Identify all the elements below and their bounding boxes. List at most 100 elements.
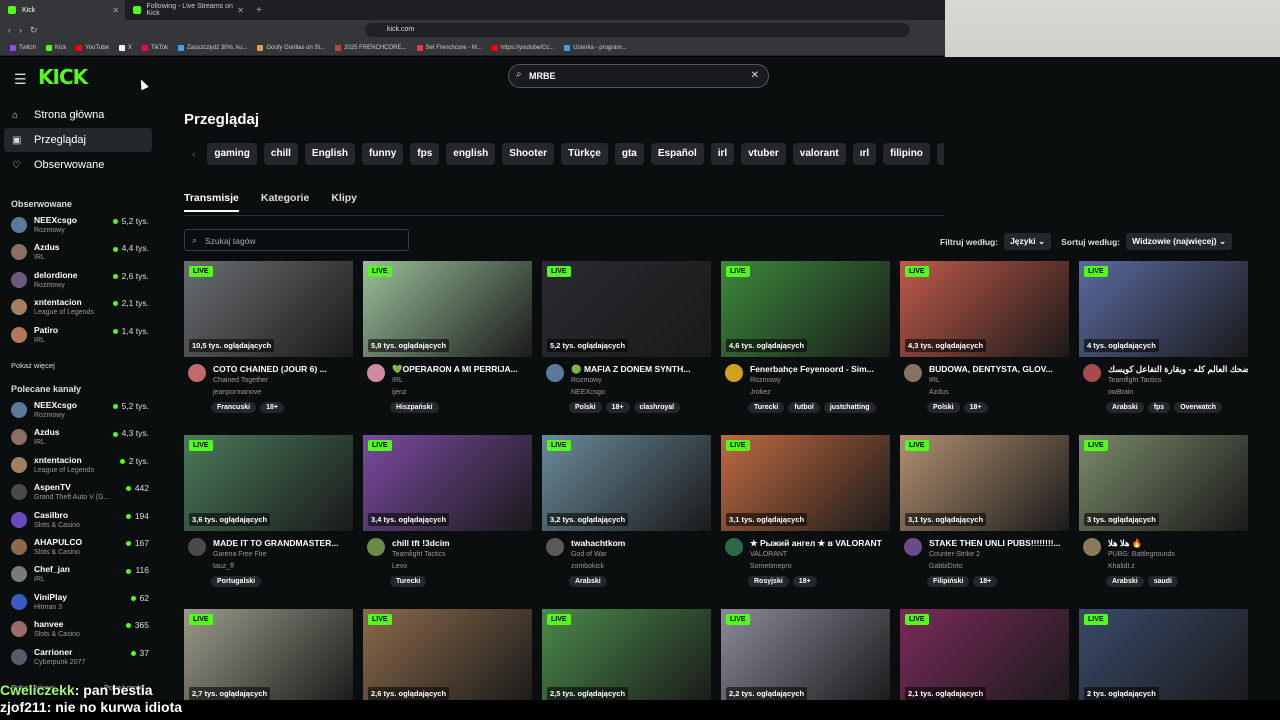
show-more-followed[interactable]: Pokaż więcej bbox=[11, 361, 55, 370]
stream-thumbnail[interactable]: LIVE 2,6 tys. oglądających bbox=[363, 609, 532, 705]
category-chip[interactable]: gaming bbox=[207, 143, 257, 165]
avatar[interactable] bbox=[1083, 538, 1101, 556]
avatar[interactable] bbox=[1083, 364, 1101, 382]
stream-tag[interactable]: Turecki bbox=[390, 576, 427, 587]
stream-username[interactable]: Azdus bbox=[929, 389, 948, 396]
back-icon[interactable]: ‹ bbox=[8, 25, 11, 35]
stream-username[interactable]: owBrain bbox=[1108, 389, 1133, 396]
stream-tag[interactable]: 18+ bbox=[260, 402, 284, 413]
stream-tag[interactable]: Polski bbox=[927, 402, 960, 413]
avatar[interactable] bbox=[546, 538, 564, 556]
avatar[interactable] bbox=[725, 364, 743, 382]
avatar[interactable] bbox=[725, 538, 743, 556]
category-chip[interactable]: funny bbox=[362, 143, 404, 165]
bookmark[interactable]: Twitch bbox=[10, 44, 36, 51]
stream-tag[interactable]: Portugalski bbox=[211, 576, 262, 587]
stream-thumbnail[interactable]: LIVE 3,1 tys. oglądających bbox=[900, 435, 1069, 531]
stream-tag[interactable]: Rosyjski bbox=[748, 576, 789, 587]
stream-tag[interactable]: 18+ bbox=[792, 576, 817, 587]
language-filter-dropdown[interactable]: Języki ⌄ bbox=[1004, 233, 1052, 250]
stream-card[interactable]: LIVE 4 tys. oglądających ضحك العالم كله - … bbox=[1079, 261, 1248, 432]
avatar[interactable] bbox=[367, 364, 385, 382]
avatar[interactable] bbox=[546, 364, 564, 382]
stream-card[interactable]: LIVE 3,6 tys. oglądających MADE IT TO GRAN… bbox=[184, 435, 353, 606]
stream-card[interactable]: LIVE 5,8 tys. oglądających 💚OPERARON A MI … bbox=[363, 261, 532, 432]
stream-tag[interactable]: 18+ bbox=[605, 402, 630, 413]
stream-username[interactable]: NEEXcsgo bbox=[571, 389, 605, 396]
stream-card[interactable]: LIVE 10,5 tys. oglądających COTO CHAINED (… bbox=[184, 261, 353, 432]
stream-tag[interactable]: futbol bbox=[788, 402, 820, 413]
sidebar-channel[interactable]: NEEXcsgo Rozmowy 5,2 tys. bbox=[11, 213, 151, 240]
sidebar-channel[interactable]: delordione Rozmowy 2,6 tys. bbox=[11, 268, 151, 295]
stream-thumbnail[interactable]: LIVE 2,1 tys. oglądających bbox=[900, 609, 1069, 705]
stream-title[interactable]: 🟢 MAFIA Z DONEM SYNTH... bbox=[571, 364, 711, 375]
category-chip[interactable]: chill bbox=[263, 143, 298, 165]
stream-card[interactable]: LIVE 3,2 tys. oglądających twahachtkom God … bbox=[542, 435, 711, 606]
stream-category[interactable]: Teamfight Tactics bbox=[1108, 377, 1162, 384]
sidebar-channel[interactable]: xntentacion League of Legends 2 tys. bbox=[11, 453, 151, 480]
bookmark[interactable]: Goofy Gorillas on St... bbox=[257, 44, 325, 51]
stream-tag[interactable]: 18+ bbox=[973, 576, 998, 587]
stream-thumbnail[interactable]: LIVE 5,2 tys. oglądających bbox=[542, 261, 711, 357]
stream-thumbnail[interactable]: LIVE 3,6 tys. oglądających bbox=[184, 435, 353, 531]
nav-browse[interactable]: ▣ Przeglądaj bbox=[4, 128, 152, 152]
category-chip[interactable]: fps bbox=[410, 143, 440, 165]
stream-title[interactable]: MADE IT TO GRANDMASTER... bbox=[213, 538, 353, 548]
stream-username[interactable]: jeanpormanove bbox=[213, 389, 261, 396]
menu-icon[interactable]: ☰ bbox=[14, 71, 27, 88]
stream-tag[interactable]: Turecki bbox=[748, 402, 785, 413]
sidebar-channel[interactable]: AspenTV Grand Theft Auto V (G... 442 bbox=[11, 480, 151, 507]
stream-card[interactable]: LIVE 2,5 tys. oglądających bbox=[542, 609, 711, 705]
stream-tag[interactable]: Filipiński bbox=[927, 576, 970, 587]
nav-home[interactable]: ⌂ Strona główna bbox=[4, 103, 152, 127]
stream-category[interactable]: PUBG: Battlegrounds bbox=[1108, 551, 1175, 558]
stream-category[interactable]: Garena Free Fire bbox=[213, 551, 267, 558]
nav-following[interactable]: ♡ Obserwowane bbox=[4, 153, 152, 177]
url-field[interactable]: kick.com bbox=[365, 23, 910, 37]
stream-tag[interactable]: Overwatch bbox=[1174, 402, 1222, 413]
avatar[interactable] bbox=[904, 364, 922, 382]
stream-title[interactable]: twahachtkom bbox=[571, 538, 711, 548]
category-chip[interactable]: irl bbox=[710, 143, 735, 165]
stream-tag[interactable]: Polski bbox=[569, 402, 602, 413]
bookmark[interactable]: Zaoszczędź 30%, ku... bbox=[178, 44, 247, 51]
stream-tag[interactable]: 18+ bbox=[963, 402, 988, 413]
bookmark[interactable]: Kick bbox=[46, 44, 66, 51]
sidebar-channel[interactable]: NEEXcsgo Rozmowy 5,2 tys. bbox=[11, 398, 151, 425]
stream-title[interactable]: STAKE THEN UNLI PUBS!!!!!!!!... bbox=[929, 538, 1069, 548]
stream-thumbnail[interactable]: LIVE 2 tys. oglądających bbox=[1079, 609, 1248, 705]
browser-tab-kick[interactable]: Kick ✕ bbox=[0, 0, 125, 20]
stream-thumbnail[interactable]: LIVE 2,5 tys. oglądających bbox=[542, 609, 711, 705]
bookmark[interactable]: 2025 FRENCHCORE... bbox=[335, 44, 407, 51]
avatar[interactable] bbox=[904, 538, 922, 556]
sort-dropdown[interactable]: Widzowie (najwięcej) ⌄ bbox=[1126, 233, 1233, 250]
category-chip[interactable]: cs2 bbox=[936, 143, 944, 165]
category-chip[interactable]: Shooter bbox=[502, 143, 555, 165]
stream-tag[interactable]: Francuski bbox=[211, 402, 257, 413]
stream-category[interactable]: Rozmowy bbox=[750, 377, 781, 384]
stream-username[interactable]: ijenz bbox=[392, 389, 406, 396]
close-icon[interactable]: ✕ bbox=[237, 6, 244, 15]
stream-tag[interactable]: fps bbox=[1147, 402, 1171, 413]
tab-clips[interactable]: Klipy bbox=[331, 192, 357, 212]
stream-card[interactable]: LIVE 4,3 tys. oglądających BUDOWA, DENTYST… bbox=[900, 261, 1069, 432]
bookmark[interactable]: Usterka - program... bbox=[564, 44, 627, 51]
stream-title[interactable]: 💚OPERARON A MI PERRIJA... bbox=[392, 364, 532, 375]
stream-title[interactable]: BUDOWA, DENTYSTA, GLOV... bbox=[929, 364, 1069, 374]
tab-categories[interactable]: Kategorie bbox=[261, 192, 309, 212]
stream-card[interactable]: LIVE 3 tys. oglądających هلا هلا 🔥 PUBG: Ba… bbox=[1079, 435, 1248, 606]
avatar[interactable] bbox=[188, 538, 206, 556]
stream-card[interactable]: LIVE 5,2 tys. oglądających 🟢 MAFIA Z DONEM… bbox=[542, 261, 711, 432]
sidebar-channel[interactable]: Patiro IRL 1,4 tys. bbox=[11, 323, 151, 350]
stream-category[interactable]: Teamfight Tactics bbox=[392, 551, 446, 558]
category-chip[interactable]: Español bbox=[650, 143, 704, 165]
tab-streams[interactable]: Transmisje bbox=[184, 192, 239, 212]
bookmark[interactable]: X bbox=[118, 44, 132, 51]
stream-username[interactable]: GabbiDoto bbox=[929, 563, 962, 570]
stream-username[interactable]: zombokick bbox=[571, 563, 604, 570]
sidebar-channel[interactable]: Azdus IRL 4,3 tys. bbox=[11, 425, 151, 452]
stream-thumbnail[interactable]: LIVE 4,3 tys. oglądających bbox=[900, 261, 1069, 357]
stream-thumbnail[interactable]: LIVE 3,1 tys. oglądających bbox=[721, 435, 890, 531]
stream-category[interactable]: IRL bbox=[929, 377, 940, 384]
stream-category[interactable]: Counter-Strike 2 bbox=[929, 551, 980, 558]
